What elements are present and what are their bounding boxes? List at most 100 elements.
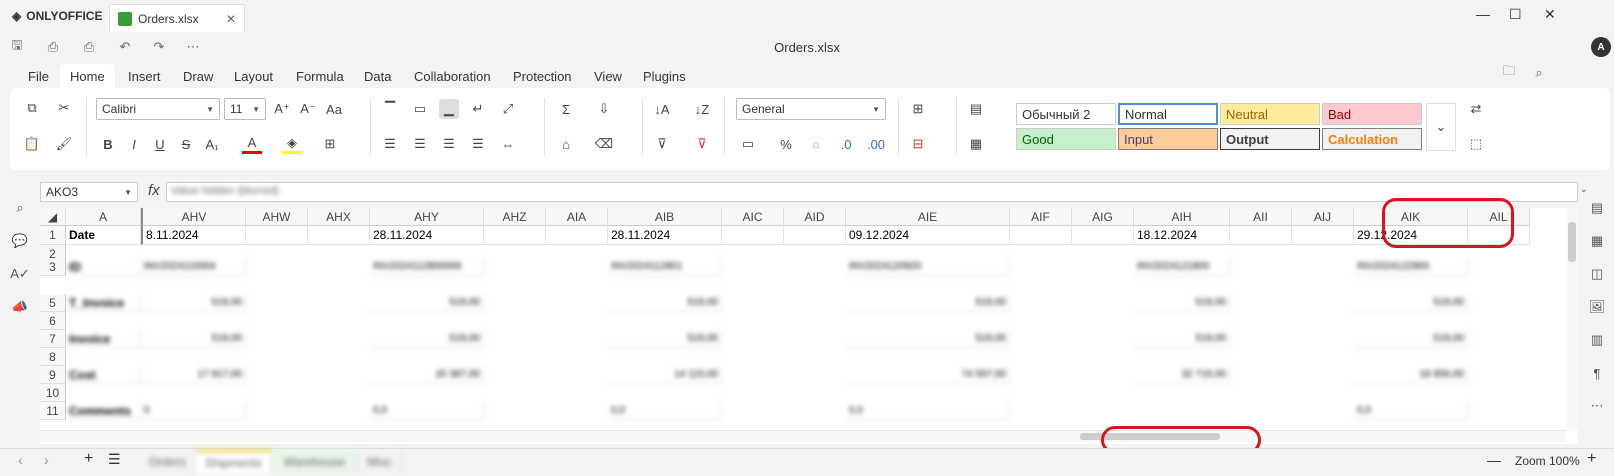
style-neutral[interactable]: Neutral xyxy=(1220,103,1320,125)
cell[interactable] xyxy=(484,226,546,245)
cell[interactable]: 519,00 xyxy=(141,294,246,312)
menu-protection[interactable]: Protection xyxy=(513,64,572,88)
sheet-tab[interactable]: Orders xyxy=(140,450,196,474)
clear-icon[interactable]: ⌫ xyxy=(594,134,614,154)
paragraph-settings-icon[interactable]: ¶ xyxy=(1587,363,1607,383)
menu-home[interactable]: Home xyxy=(60,64,115,88)
column-header[interactable]: AHW xyxy=(246,208,308,226)
cell[interactable]: 14 115,00 xyxy=(608,366,722,384)
cell[interactable]: 519,00 xyxy=(846,330,1010,348)
row-header[interactable]: 9 xyxy=(40,366,66,384)
select-icon[interactable]: ⬚ xyxy=(1466,134,1486,154)
close-tab-icon[interactable]: ✕ xyxy=(226,12,236,26)
increase-decimal-icon[interactable]: .00 xyxy=(866,134,886,154)
cell[interactable] xyxy=(308,226,370,245)
cell[interactable]: 519,00 xyxy=(1134,294,1230,312)
column-header[interactable]: AHV xyxy=(141,208,246,226)
underline-icon[interactable]: U xyxy=(150,134,170,154)
column-header[interactable]: AIC xyxy=(722,208,784,226)
column-header[interactable]: AIB xyxy=(608,208,722,226)
fill-color-icon[interactable]: ◈ xyxy=(282,134,302,154)
align-bottom-icon[interactable]: ▁ xyxy=(439,99,459,119)
cell[interactable]: 0,0 xyxy=(370,402,484,420)
search-icon[interactable]: ⌕ xyxy=(10,198,30,218)
font-name-select[interactable]: Calibri ▼ xyxy=(96,98,220,120)
cell-a5[interactable]: T_Invoice xyxy=(66,294,141,312)
insert-cells-icon[interactable]: ⊞ xyxy=(908,99,928,119)
scroll-thumb[interactable] xyxy=(1568,222,1576,262)
clear-filter-icon[interactable]: ⊽ xyxy=(692,134,712,154)
zoom-level[interactable]: Zoom 100% xyxy=(1515,454,1580,468)
cell-ahv1[interactable]: 8.11.2024 xyxy=(141,226,246,245)
column-header[interactable]: AIA xyxy=(546,208,608,226)
cell[interactable]: 20 387,00 xyxy=(370,366,484,384)
delete-cells-icon[interactable]: ⊟ xyxy=(908,134,928,154)
name-box[interactable]: AKO3 ▼ xyxy=(40,182,138,202)
decrease-decimal-icon[interactable]: .0 xyxy=(836,134,856,154)
image-settings-icon[interactable]: 🖼 xyxy=(1587,297,1607,317)
format-painter-icon[interactable]: 🖌 xyxy=(54,134,74,154)
column-header[interactable]: A xyxy=(66,208,141,226)
cell[interactable] xyxy=(246,226,308,245)
style-bad[interactable]: Bad xyxy=(1322,103,1422,125)
sheet-tab[interactable]: Warehouse xyxy=(272,450,358,474)
cell[interactable]: INV2024110004 xyxy=(141,258,246,276)
cell-a7[interactable]: Invoice xyxy=(66,330,141,348)
column-header[interactable]: AHY xyxy=(370,208,484,226)
filter-icon[interactable]: ⊽ xyxy=(652,134,672,154)
justify-icon[interactable]: ☰ xyxy=(468,134,488,154)
spreadsheet-grid[interactable]: ◢ A AHV AHW AHX AHY AHZ AIA AIB AIC AID … xyxy=(40,208,1578,444)
row-header[interactable]: 11 xyxy=(40,402,66,420)
cell-ahy1[interactable]: 28.11.2024 xyxy=(370,226,484,245)
style-normal[interactable]: Normal xyxy=(1118,103,1218,125)
decrease-font-icon[interactable]: A⁻ xyxy=(298,99,318,119)
cell[interactable]: 17 917,00 xyxy=(141,366,246,384)
style-input[interactable]: Input xyxy=(1118,128,1218,150)
align-right-icon[interactable]: ☰ xyxy=(439,134,459,154)
cell-a11[interactable]: Comments xyxy=(66,402,141,420)
column-header[interactable]: AIH xyxy=(1134,208,1230,226)
subscript-icon[interactable]: A₁ xyxy=(202,134,222,154)
align-top-icon[interactable]: ▔ xyxy=(380,99,400,119)
cell[interactable]: 0 xyxy=(141,402,246,420)
cell[interactable]: 519,00 xyxy=(370,294,484,312)
avatar[interactable]: A xyxy=(1591,37,1611,57)
sort-descending-icon[interactable]: ↓Z xyxy=(692,99,712,119)
horizontal-scrollbar[interactable] xyxy=(40,430,1566,442)
cell[interactable]: 18 856,00 xyxy=(1354,366,1468,384)
chart-settings-icon[interactable]: ▥ xyxy=(1587,330,1607,350)
format-as-table-icon[interactable]: ▦ xyxy=(966,134,986,154)
column-header[interactable]: AIJ xyxy=(1292,208,1354,226)
merge-cells-icon[interactable]: ⇔ xyxy=(498,134,518,154)
cell[interactable] xyxy=(1230,226,1292,245)
column-header[interactable]: AID xyxy=(784,208,846,226)
autosum-icon[interactable]: Σ xyxy=(556,99,576,119)
cell[interactable] xyxy=(546,226,608,245)
close-window-icon[interactable]: ✕ xyxy=(1544,6,1556,23)
borders-icon[interactable]: ⊞ xyxy=(320,134,340,154)
cell-a1[interactable]: Date xyxy=(66,226,141,245)
cell[interactable] xyxy=(784,226,846,245)
menu-view[interactable]: View xyxy=(594,64,622,88)
row-header[interactable]: 5 xyxy=(40,294,66,312)
paste-icon[interactable]: 📋 xyxy=(22,134,42,154)
font-color-icon[interactable]: A xyxy=(242,134,262,154)
feedback-icon[interactable]: 📣 xyxy=(10,297,30,317)
menu-layout[interactable]: Layout xyxy=(234,64,273,88)
cell[interactable]: 519,00 xyxy=(370,330,484,348)
style-output[interactable]: Output xyxy=(1220,128,1320,150)
column-header[interactable]: AHZ xyxy=(484,208,546,226)
menu-collaboration[interactable]: Collaboration xyxy=(414,64,491,88)
cell[interactable]: INV2024121800 xyxy=(1134,258,1230,276)
conditional-formatting-icon[interactable]: ▤ xyxy=(966,99,986,119)
spellcheck-icon[interactable]: A✓ xyxy=(10,264,30,284)
cell[interactable] xyxy=(1010,226,1072,245)
minimize-icon[interactable]: — xyxy=(1476,6,1490,22)
cell-settings-icon[interactable]: ▤ xyxy=(1587,198,1607,218)
cell[interactable]: INV2024112801 xyxy=(608,258,722,276)
cell-a9[interactable]: Cost xyxy=(66,366,141,384)
vertical-scrollbar[interactable] xyxy=(1566,208,1578,430)
percent-icon[interactable]: % xyxy=(776,134,796,154)
cell[interactable]: INV2024120920 xyxy=(846,258,1010,276)
cut-icon[interactable]: ✂ xyxy=(54,98,74,118)
